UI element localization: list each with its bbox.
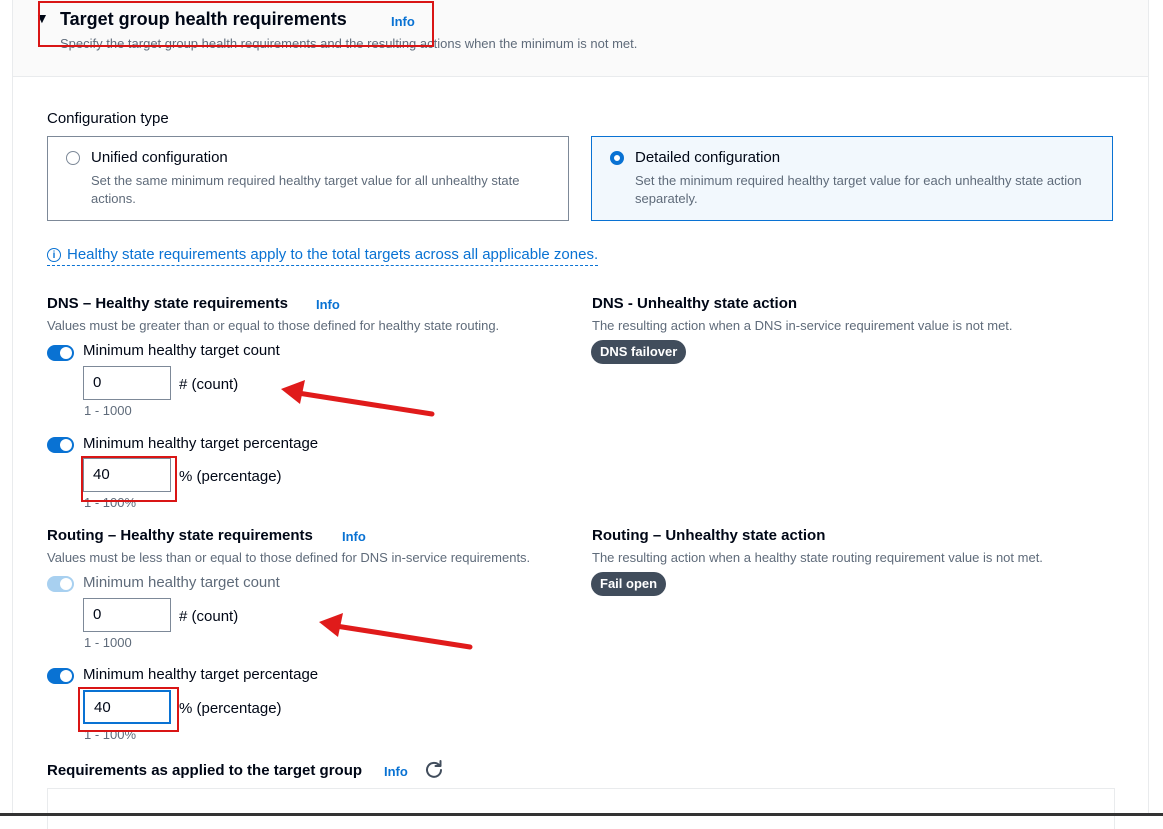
- dns-healthy-description: Values must be greater than or equal to …: [47, 318, 500, 333]
- routing-pct-unit: % (percentage): [179, 700, 282, 717]
- dns-healthy-title: DNS – Healthy state requirements: [47, 295, 288, 312]
- routing-pct-toggle[interactable]: [47, 668, 74, 684]
- dns-pct-label: Minimum healthy target percentage: [83, 435, 319, 452]
- detailed-radio[interactable]: [610, 151, 624, 165]
- caret-down-icon[interactable]: ▼: [35, 8, 49, 28]
- zones-notice-text: Healthy state requirements apply to the …: [67, 246, 599, 263]
- dns-failover-badge: DNS failover: [591, 340, 687, 364]
- routing-info-link[interactable]: Info: [342, 529, 366, 544]
- dns-count-input[interactable]: 0: [83, 366, 171, 400]
- routing-pct-constraint: 1 - 100%: [84, 727, 137, 742]
- unified-config-title: Unified configuration: [91, 149, 228, 166]
- routing-healthy-description: Values must be less than or equal to tho…: [47, 550, 531, 565]
- dns-info-link[interactable]: Info: [316, 297, 340, 312]
- routing-count-toggle[interactable]: [47, 576, 74, 592]
- zones-notice[interactable]: i Healthy state requirements apply to the…: [47, 246, 599, 266]
- dns-action-description: The resulting action when a DNS in-servi…: [592, 318, 1013, 333]
- applied-requirements-panel: [47, 788, 1115, 829]
- refresh-icon[interactable]: [424, 759, 444, 779]
- routing-pct-label: Minimum healthy target percentage: [83, 666, 319, 683]
- routing-pct-input[interactable]: 40: [83, 690, 171, 724]
- dns-count-unit: # (count): [179, 376, 239, 393]
- section-title[interactable]: Target group health requirements: [60, 8, 347, 30]
- unified-config-description: Set the same minimum required healthy ta…: [91, 173, 520, 206]
- applied-title: Requirements as applied to the target gr…: [47, 762, 363, 779]
- dns-pct-unit: % (percentage): [179, 468, 282, 485]
- dns-pct-input[interactable]: 40: [83, 458, 171, 492]
- dns-pct-constraint: 1 - 100%: [84, 495, 137, 510]
- dns-count-label: Minimum healthy target count: [83, 342, 280, 359]
- section-info-link[interactable]: Info: [391, 14, 415, 29]
- config-type-label: Configuration type: [47, 110, 169, 127]
- info-circle-icon: i: [47, 248, 61, 262]
- section-description: Specify the target group health requirem…: [60, 36, 638, 51]
- routing-count-constraint: 1 - 1000: [84, 635, 132, 650]
- unified-config-tile[interactable]: Unified configuration Set the same minim…: [47, 136, 569, 221]
- detailed-config-tile[interactable]: Detailed configuration Set the minimum r…: [591, 136, 1113, 221]
- routing-action-title: Routing – Unhealthy state action: [592, 527, 826, 544]
- applied-info-link[interactable]: Info: [384, 764, 408, 779]
- routing-action-description: The resulting action when a healthy stat…: [592, 550, 1043, 565]
- routing-count-label: Minimum healthy target count: [83, 574, 280, 591]
- dns-count-constraint: 1 - 1000: [84, 403, 132, 418]
- fail-open-badge: Fail open: [591, 572, 667, 596]
- unified-radio[interactable]: [66, 151, 80, 165]
- detailed-config-description: Set the minimum required healthy target …: [635, 173, 1082, 206]
- routing-count-input[interactable]: 0: [83, 598, 171, 632]
- dns-count-toggle[interactable]: [47, 345, 74, 361]
- routing-count-unit: # (count): [179, 608, 239, 625]
- dns-action-title: DNS - Unhealthy state action: [592, 295, 798, 312]
- dns-pct-toggle[interactable]: [47, 437, 74, 453]
- detailed-config-title: Detailed configuration: [635, 149, 781, 166]
- routing-healthy-title: Routing – Healthy state requirements: [47, 527, 313, 544]
